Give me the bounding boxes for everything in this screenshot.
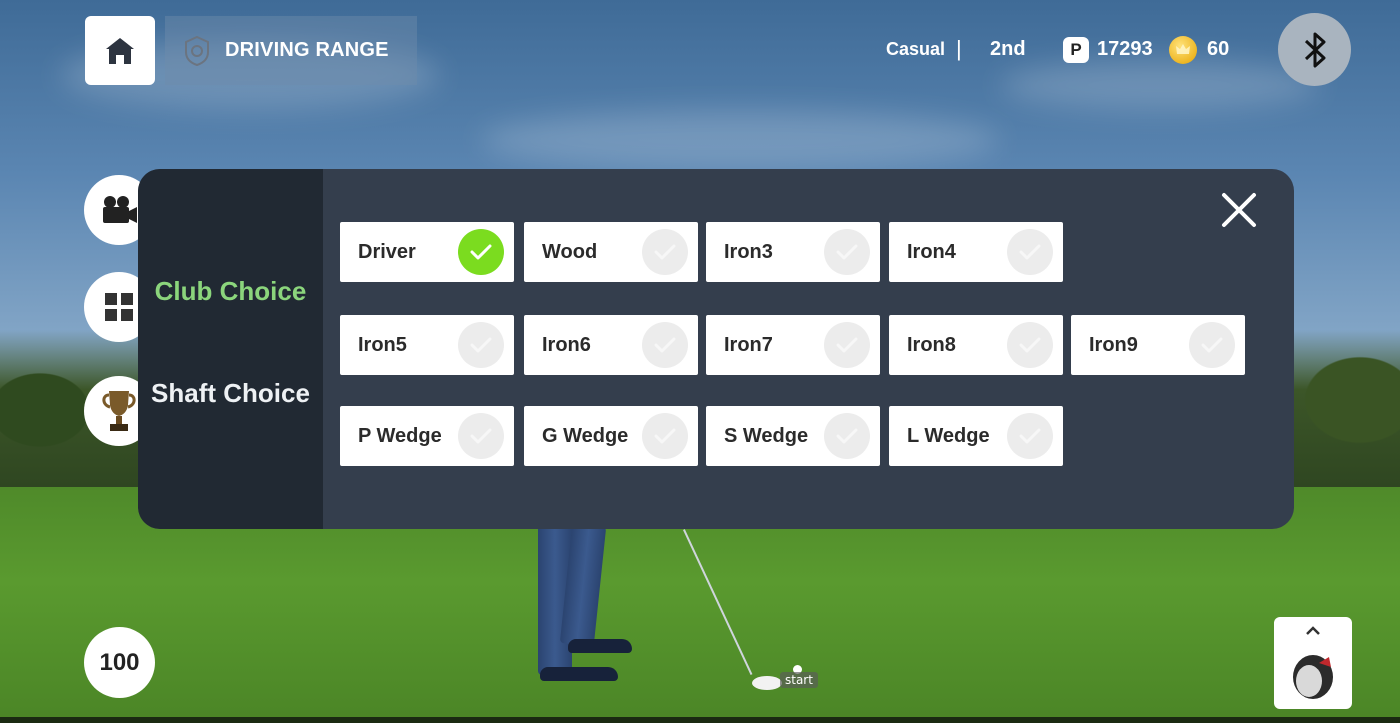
club-option-iron8[interactable]: Iron8 (889, 315, 1063, 375)
club-option-label: P Wedge (358, 424, 442, 447)
check-icon (642, 413, 688, 459)
tab-club-choice[interactable]: Club Choice (138, 276, 323, 307)
club-option-label: Driver (358, 240, 416, 263)
game-mode-label: Casual (886, 38, 946, 59)
club-selection-modal: Club Choice Shaft Choice Driver Wood Iron3… (138, 169, 1294, 529)
chevron-up-icon (1306, 626, 1320, 635)
bottom-strip (0, 717, 1400, 723)
check-icon (642, 322, 688, 368)
club-option-label: Iron4 (907, 240, 956, 263)
club-option-g-wedge[interactable]: G Wedge (524, 406, 698, 466)
grid-icon (105, 293, 133, 321)
cloud (1000, 60, 1320, 110)
home-icon (106, 37, 134, 64)
tab-shaft-choice[interactable]: Shaft Choice (138, 378, 323, 409)
check-icon (1007, 229, 1053, 275)
check-icon (824, 413, 870, 459)
club-option-label: Iron9 (1089, 333, 1138, 356)
club-option-p-wedge[interactable]: P Wedge (340, 406, 514, 466)
check-icon (1007, 413, 1053, 459)
club-option-label: Iron7 (724, 333, 773, 356)
club-option-s-wedge[interactable]: S Wedge (706, 406, 880, 466)
check-icon (458, 413, 504, 459)
power-indicator[interactable]: 100 (84, 627, 155, 698)
club-option-iron9[interactable]: Iron9 (1071, 315, 1245, 375)
bluetooth-button[interactable] (1278, 13, 1351, 86)
close-button[interactable] (1218, 189, 1260, 231)
current-club-button[interactable] (1274, 617, 1352, 709)
crest-icon (185, 35, 209, 66)
club-option-wood[interactable]: Wood (524, 222, 698, 282)
club-option-label: Iron3 (724, 240, 773, 263)
check-icon (1189, 322, 1235, 368)
points-value: 17293 (1097, 37, 1153, 60)
driver-club-icon (1293, 655, 1333, 699)
club-option-label: S Wedge (724, 424, 809, 447)
mode-banner: DRIVING RANGE (165, 16, 417, 85)
crown-coin-icon (1169, 36, 1197, 64)
club-option-iron3[interactable]: Iron3 (706, 222, 880, 282)
check-icon (1007, 322, 1053, 368)
start-marker-label: start (780, 672, 818, 688)
close-icon (1222, 193, 1256, 227)
check-icon (458, 322, 504, 368)
check-icon (642, 229, 688, 275)
club-option-label: Wood (542, 240, 598, 263)
club-option-label: Iron5 (358, 333, 407, 356)
trophy-icon (102, 391, 136, 431)
club-option-label: Iron8 (907, 333, 956, 356)
club-option-l-wedge[interactable]: L Wedge (889, 406, 1063, 466)
club-option-label: G Wedge (542, 424, 629, 447)
coins-value: 60 (1207, 37, 1230, 60)
mode-title: DRIVING RANGE (225, 39, 389, 61)
check-icon (458, 229, 504, 275)
club-option-iron5[interactable]: Iron5 (340, 315, 514, 375)
club-option-label: Iron6 (542, 333, 591, 356)
golfer-legs (538, 523, 632, 685)
club-option-iron6[interactable]: Iron6 (524, 315, 698, 375)
modal-sidebar: Club Choice Shaft Choice (138, 169, 323, 529)
bluetooth-icon (1304, 32, 1325, 67)
status-separator: | (956, 36, 962, 61)
home-button[interactable] (85, 16, 155, 85)
club-option-label: L Wedge (907, 424, 990, 447)
club-head (752, 676, 782, 690)
cloud (480, 110, 1000, 170)
club-option-iron4[interactable]: Iron4 (889, 222, 1063, 282)
club-option-iron7[interactable]: Iron7 (706, 315, 880, 375)
camera-icon (103, 196, 137, 223)
check-icon (824, 229, 870, 275)
club-option-driver[interactable]: Driver (340, 222, 514, 282)
points-badge-icon: P (1063, 37, 1089, 63)
check-icon (824, 322, 870, 368)
rank-label: 2nd (990, 37, 1026, 60)
